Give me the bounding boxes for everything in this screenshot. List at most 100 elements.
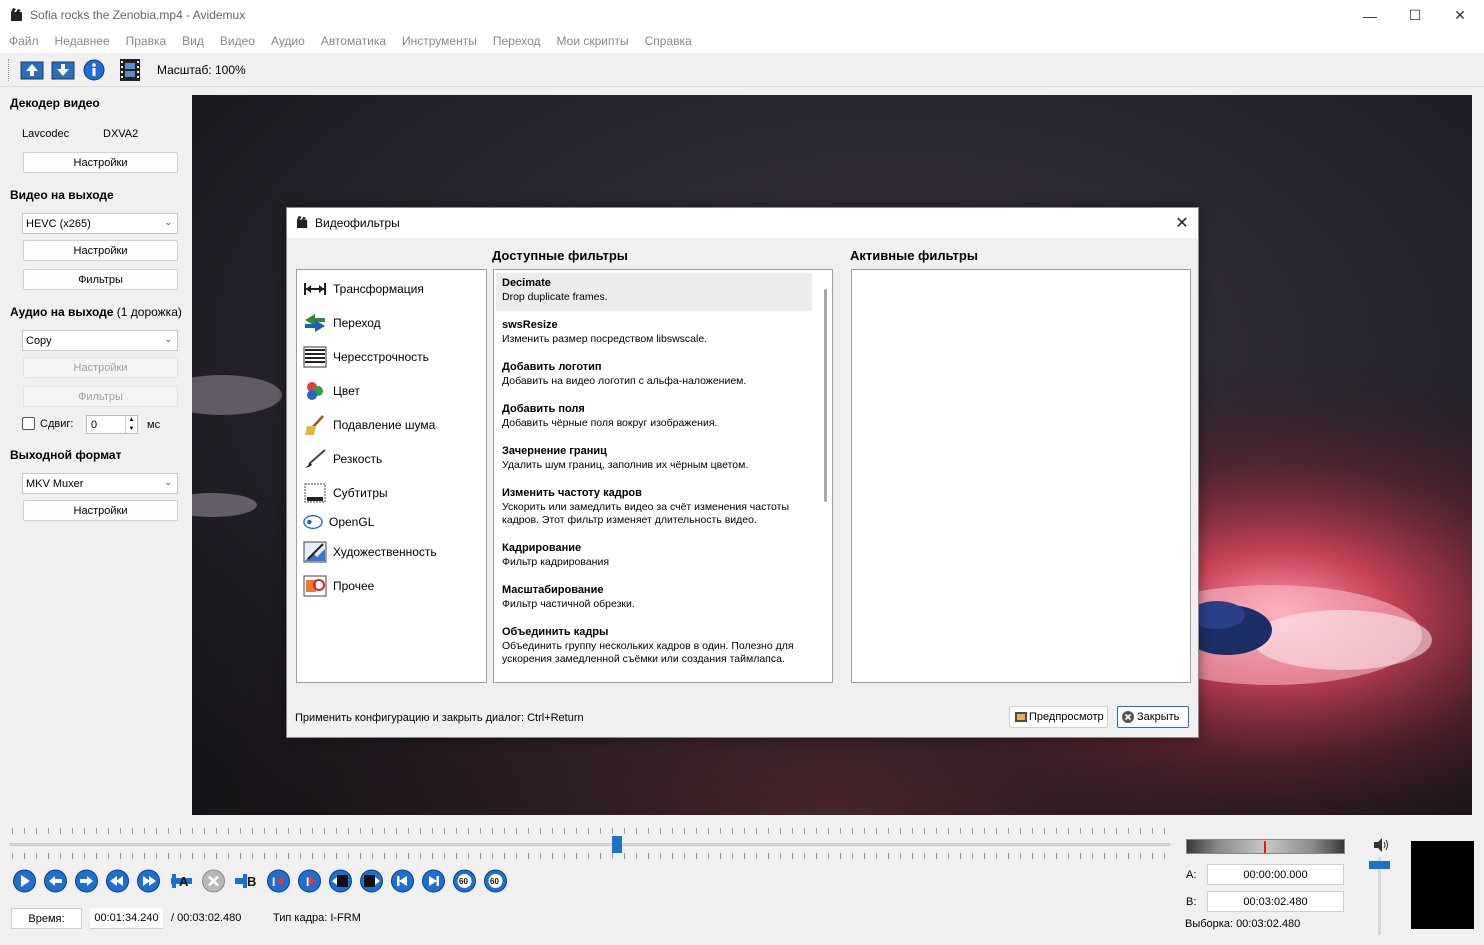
- menu-auto[interactable]: Автоматика: [313, 31, 394, 53]
- goto-start-icon[interactable]: [390, 869, 415, 893]
- goto-marker-b-icon[interactable]: I: [297, 869, 322, 893]
- output-format-value: MKV Muxer: [26, 478, 84, 490]
- marker-a-field[interactable]: 00:00:00.000: [1207, 864, 1344, 885]
- audio-codec-select[interactable]: Copy ⌄: [22, 330, 178, 351]
- back-60s-icon[interactable]: 60: [452, 869, 477, 893]
- output-format-select[interactable]: MKV Muxer ⌄: [22, 473, 178, 494]
- set-marker-a-icon[interactable]: A: [169, 869, 194, 893]
- category-subtitles[interactable]: Субтитры: [303, 480, 388, 506]
- delete-selection-icon[interactable]: [201, 869, 226, 893]
- position-slider-track[interactable]: [10, 843, 1170, 846]
- category-label: Подавление шума: [333, 418, 436, 432]
- previous-keyframe-icon[interactable]: [105, 869, 130, 893]
- dialog-close-icon[interactable]: ✕: [1170, 211, 1194, 235]
- forward-60s-icon[interactable]: 60: [483, 869, 508, 893]
- menu-help[interactable]: Справка: [637, 31, 700, 53]
- category-artistic[interactable]: Художественность: [303, 539, 437, 565]
- window-title: Sofia rocks the Zenobia.mp4 - Avidemux: [30, 8, 246, 22]
- position-slider-handle[interactable]: [612, 836, 622, 853]
- category-label: Цвет: [333, 384, 360, 398]
- filter-item[interactable]: Масштабирование Фильтр частичной обрезки…: [496, 580, 812, 615]
- denoise-icon: [305, 415, 324, 435]
- shift-label: Сдвиг:: [40, 418, 74, 430]
- minimize-button[interactable]: —: [1347, 0, 1393, 31]
- shift-spinbox[interactable]: 0 ▲ ▼: [86, 415, 138, 434]
- active-filters-list[interactable]: [851, 269, 1191, 683]
- audio-output-title: Аудио на выходе (1 дорожка): [10, 305, 182, 319]
- toolbar: Масштаб: 100%: [0, 53, 1484, 87]
- menu-view[interactable]: Вид: [174, 31, 212, 53]
- category-sharpness[interactable]: Резкость: [303, 446, 382, 472]
- audio-settings-button[interactable]: Настройки: [23, 357, 178, 378]
- video-codec-select[interactable]: HEVC (x265) ⌄: [22, 213, 178, 234]
- filter-item[interactable]: Зачернение границ Удалить шум границ, за…: [496, 441, 812, 476]
- play-icon[interactable]: [12, 869, 37, 893]
- set-marker-b-icon[interactable]: B: [233, 869, 258, 893]
- menu-tools[interactable]: Инструменты: [394, 31, 485, 53]
- close-window-button[interactable]: ✕: [1437, 0, 1483, 31]
- save-file-icon[interactable]: [50, 58, 76, 82]
- filter-item[interactable]: Decimate Drop duplicate frames.: [496, 273, 812, 311]
- video-settings-button[interactable]: Настройки: [23, 240, 178, 261]
- category-label: Переход: [333, 316, 381, 330]
- preview-button[interactable]: Предпросмотр: [1009, 706, 1108, 728]
- menu-edit[interactable]: Правка: [118, 31, 175, 53]
- filter-item[interactable]: Изменить частоту кадров Ускорить или зам…: [496, 483, 812, 531]
- filter-description: Drop duplicate frames.: [502, 291, 608, 303]
- audio-track-count: (1 дорожка): [116, 305, 182, 319]
- category-color[interactable]: Цвет: [303, 378, 360, 404]
- filter-name: Кадрирование: [502, 542, 582, 554]
- filter-item[interactable]: swsResize Изменить размер посредством li…: [496, 315, 812, 350]
- category-misc[interactable]: Прочее: [303, 573, 374, 599]
- menu-file[interactable]: Файл: [1, 31, 47, 53]
- decoder-settings-button[interactable]: Настройки: [23, 152, 178, 173]
- filter-description: Фильтр частичной обрезки.: [502, 598, 635, 610]
- close-button[interactable]: Закрыть: [1117, 706, 1189, 728]
- frame-type: Тип кадра: I-FRM: [273, 912, 361, 924]
- next-keyframe-icon[interactable]: [136, 869, 161, 893]
- film-icon[interactable]: [117, 58, 143, 82]
- marker-b-field[interactable]: 00:03:02.480: [1207, 891, 1344, 912]
- volume-slider-handle[interactable]: [1369, 861, 1390, 869]
- category-transition[interactable]: Переход: [303, 310, 381, 336]
- current-time-field[interactable]: 00:01:34.240: [90, 908, 163, 929]
- spin-up-icon[interactable]: ▲: [125, 416, 137, 424]
- time-button[interactable]: Время:: [11, 908, 82, 929]
- menu-go[interactable]: Переход: [485, 31, 549, 53]
- filter-item[interactable]: Добавить поля Добавить чёрные поля вокру…: [496, 399, 812, 434]
- shift-checkbox[interactable]: [22, 417, 35, 430]
- goto-end-icon[interactable]: [421, 869, 446, 893]
- format-settings-button[interactable]: Настройки: [23, 500, 178, 521]
- filter-item[interactable]: Кадрирование Фильтр кадрирования: [496, 538, 812, 573]
- category-transform[interactable]: Трансформация: [303, 276, 424, 302]
- selection-duration: Выборка: 00:03:02.480: [1185, 918, 1301, 930]
- filters-scrollbar[interactable]: [822, 272, 830, 680]
- filter-item[interactable]: Объединить кадры Объединить группу неско…: [496, 622, 812, 670]
- video-filters-dialog: Видеофильтры ✕ Доступные фильтры Активны…: [286, 207, 1199, 738]
- menu-audio[interactable]: Аудио: [263, 31, 313, 53]
- shift-value: 0: [91, 419, 98, 431]
- category-denoise[interactable]: Подавление шума: [303, 412, 435, 438]
- category-interlace[interactable]: Чересстрочность: [303, 344, 429, 370]
- video-filters-button[interactable]: Фильтры: [23, 269, 178, 290]
- info-icon[interactable]: [81, 58, 107, 82]
- menu-recent[interactable]: Недавнее: [47, 31, 118, 53]
- maximize-button[interactable]: ☐: [1392, 0, 1438, 31]
- menu-custom-scripts[interactable]: Мои скрипты: [549, 31, 637, 53]
- open-file-icon[interactable]: [19, 58, 45, 82]
- next-frame-icon[interactable]: [74, 869, 99, 893]
- category-opengl[interactable]: OpenGL: [303, 509, 374, 535]
- spin-down-icon[interactable]: ▼: [125, 425, 137, 433]
- filter-description: Ускорить или замедлить видео за счёт изм…: [502, 501, 790, 526]
- close-circle-icon: [1122, 711, 1134, 723]
- audio-filters-button[interactable]: Фильтры: [23, 386, 178, 407]
- previous-black-frame-icon[interactable]: [328, 869, 353, 893]
- goto-marker-a-icon[interactable]: I: [266, 869, 291, 893]
- filter-item[interactable]: Добавить логотип Добавить на видео логот…: [496, 357, 812, 392]
- previous-frame-icon[interactable]: [43, 869, 68, 893]
- next-black-frame-icon[interactable]: [359, 869, 384, 893]
- scrollbar-thumb[interactable]: [824, 289, 827, 502]
- menu-video[interactable]: Видео: [212, 31, 263, 53]
- speaker-icon[interactable]: [1372, 837, 1390, 853]
- timeline-ticks-bottom: [12, 853, 1168, 859]
